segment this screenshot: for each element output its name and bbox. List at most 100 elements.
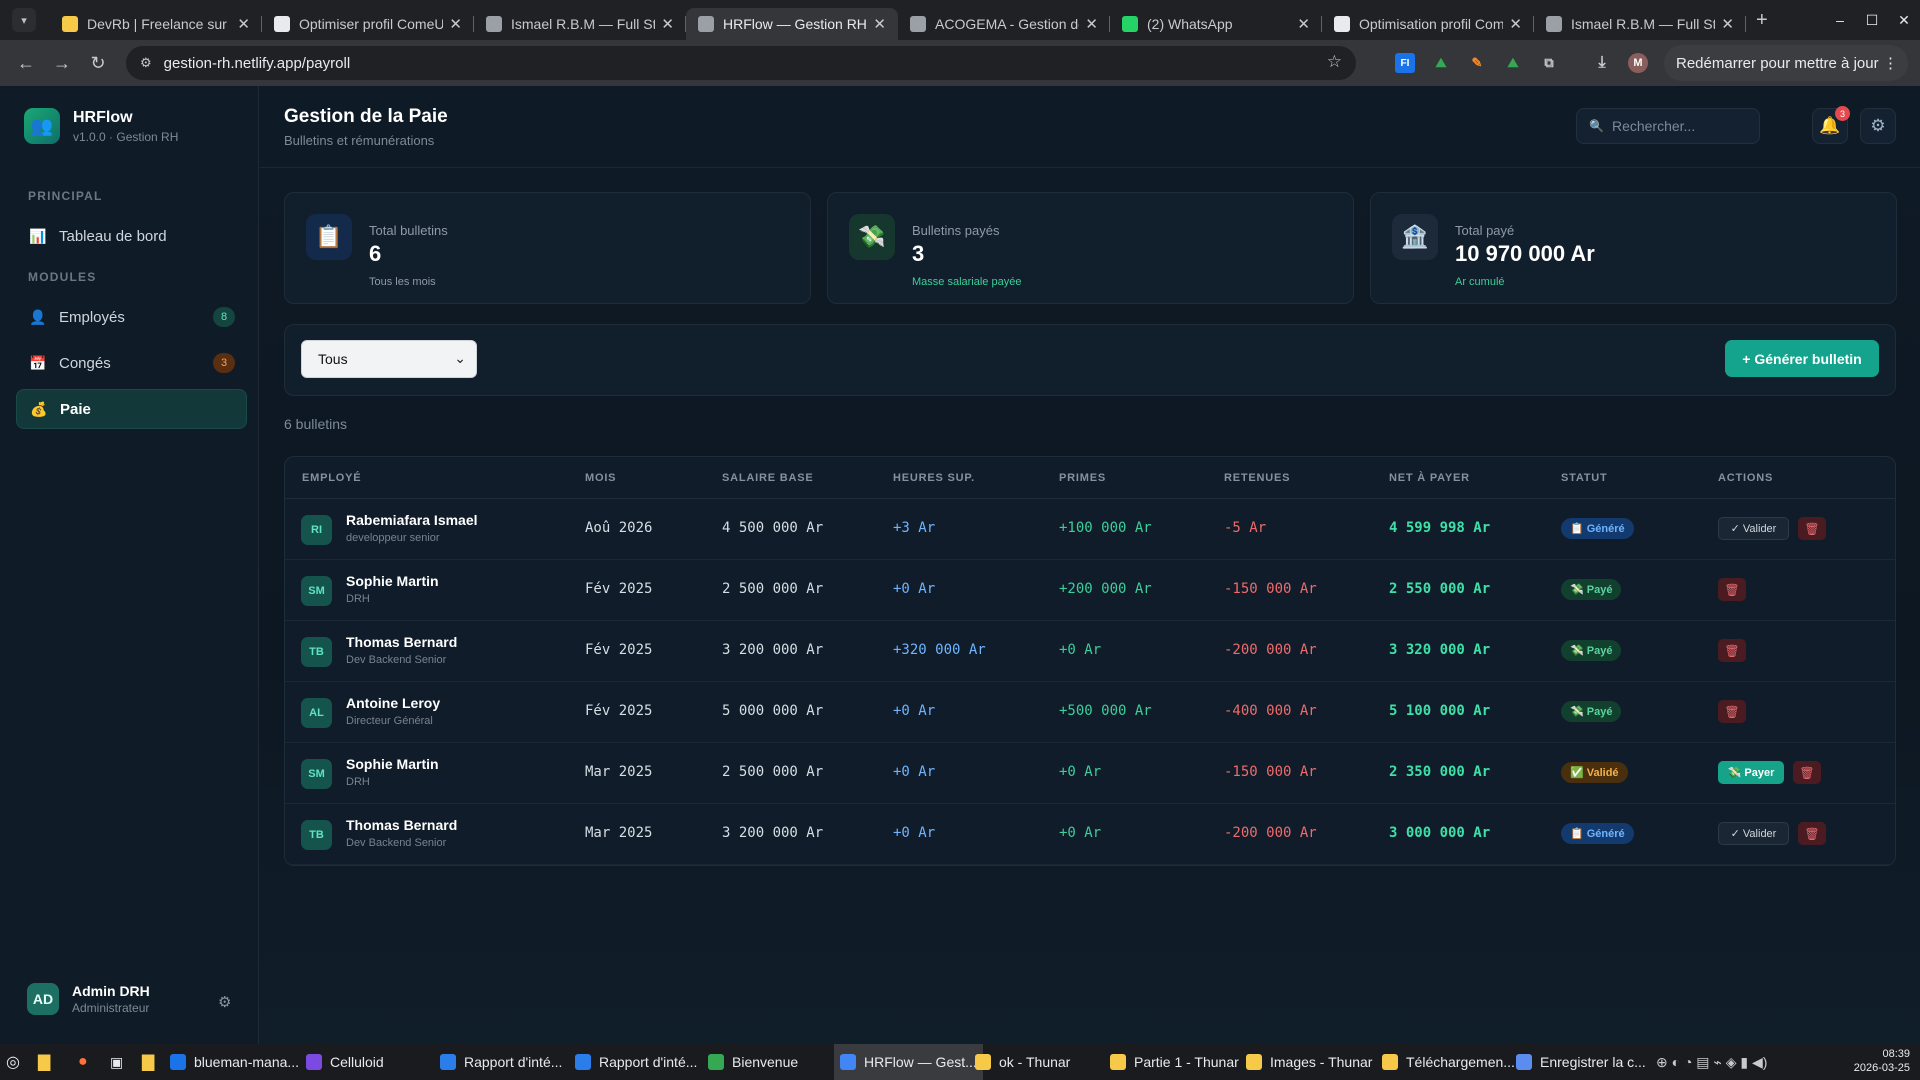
filter-bar: Tous ⌄ + Générer bulletin: [284, 324, 1896, 396]
reload-icon[interactable]: ↻: [80, 53, 116, 74]
taskbar-item[interactable]: blueman-mana...: [170, 1050, 299, 1074]
sidebar-item-dashboard[interactable]: 📊 Tableau de bord: [16, 216, 247, 256]
browser-tab[interactable]: (2) WhatsApp ✕: [1110, 8, 1322, 40]
tab-close-icon[interactable]: ✕: [1297, 15, 1310, 33]
employee-role: Dev Backend Senior: [346, 654, 447, 666]
employee-name[interactable]: Thomas Bernard: [346, 634, 457, 650]
menu-kebab-icon[interactable]: ⋮: [1883, 54, 1898, 72]
close-window-icon[interactable]: ✕: [1888, 12, 1920, 29]
browser-tab[interactable]: DevRb | Freelance sur Co ✕: [50, 8, 262, 40]
brand[interactable]: 👥 HRFlow v1.0.0 · Gestion RH: [24, 108, 178, 144]
tab-close-icon[interactable]: ✕: [449, 15, 462, 33]
restart-update-button[interactable]: Redémarrer pour mettre à jour ⋮: [1664, 45, 1908, 81]
table-row: TB Thomas Bernard Dev Backend Senior Fév 20…: [285, 621, 1895, 682]
cell-base-salary: 3 200 000 Ar: [722, 825, 824, 841]
delete-icon[interactable]: 🗑: [1718, 639, 1746, 662]
address-bar[interactable]: ⚙ gestion-rh.netlify.app/payroll ☆: [126, 46, 1356, 80]
employee-name[interactable]: Rabemiafara Ismael: [346, 512, 478, 528]
stat-sub: Tous les mois: [369, 276, 436, 288]
maximize-icon[interactable]: ☐: [1856, 12, 1888, 29]
tab-close-icon[interactable]: ✕: [661, 15, 674, 33]
profile-avatar[interactable]: M: [1628, 53, 1648, 73]
browser-tab-bar: ▾ DevRb | Freelance sur Co✕Optimiser pro…: [0, 0, 1920, 40]
user-settings-gear-icon[interactable]: ⚙: [218, 993, 231, 1011]
pay-button[interactable]: 💸 Payer: [1718, 761, 1784, 784]
extension-ft-icon[interactable]: FI: [1395, 53, 1415, 73]
extension-pen-icon[interactable]: ✎: [1467, 53, 1487, 73]
col-header-status: STATUT: [1561, 472, 1608, 484]
search-input[interactable]: 🔍 Rechercher...: [1576, 108, 1760, 144]
status-filter-select[interactable]: Tous ⌄: [301, 340, 477, 378]
taskbar-item-label: HRFlow — Gest...: [864, 1054, 977, 1070]
new-tab-icon[interactable]: +: [1756, 9, 1768, 32]
generate-bulletin-button[interactable]: + Générer bulletin: [1725, 340, 1879, 377]
taskbar-item[interactable]: ok - Thunar: [975, 1050, 1070, 1074]
employee-name[interactable]: Sophie Martin: [346, 756, 439, 772]
forward-icon[interactable]: →: [44, 53, 80, 74]
tab-close-icon[interactable]: ✕: [237, 15, 250, 33]
minimize-icon[interactable]: –: [1824, 12, 1856, 28]
cell-overtime: +0 Ar: [893, 764, 936, 780]
start-menu-icon[interactable]: ◎: [6, 1050, 20, 1074]
taskbar-item[interactable]: Celluloid: [306, 1050, 384, 1074]
taskbar-item[interactable]: HRFlow — Gest...: [834, 1044, 983, 1080]
delete-icon[interactable]: 🗑: [1793, 761, 1821, 784]
tab-close-icon[interactable]: ✕: [1085, 15, 1098, 33]
taskbar-item[interactable]: Rapport d'inté...: [440, 1050, 562, 1074]
taskbar-item[interactable]: Rapport d'inté...: [575, 1050, 697, 1074]
browser-tab[interactable]: HRFlow — Gestion RH ✕: [686, 8, 898, 40]
extensions-puzzle-icon[interactable]: ⧉: [1539, 53, 1559, 73]
taskbar-item[interactable]: Bienvenue: [708, 1050, 798, 1074]
sidebar-item-payroll[interactable]: 💰 Paie: [16, 389, 247, 429]
stat-label: Total bulletins: [369, 223, 448, 238]
taskbar-app-icon: [708, 1054, 724, 1070]
terminal-icon[interactable]: ▣: [110, 1050, 123, 1074]
tab-close-icon[interactable]: ✕: [1509, 15, 1522, 33]
firefox-icon[interactable]: ●: [78, 1050, 88, 1074]
tab-search-dropdown-icon[interactable]: ▾: [12, 8, 36, 32]
employee-name[interactable]: Thomas Bernard: [346, 817, 457, 833]
clock[interactable]: 08:39 2026-03-25: [1854, 1047, 1910, 1075]
delete-icon[interactable]: 🗑: [1718, 578, 1746, 601]
taskbar-item[interactable]: Images - Thunar: [1246, 1050, 1372, 1074]
taskbar-app-icon: [1246, 1054, 1262, 1070]
back-icon[interactable]: ←: [8, 53, 44, 74]
download-icon[interactable]: ⤓: [1592, 53, 1612, 73]
sidebar-item-employees[interactable]: 👤 Employés 8: [16, 297, 247, 337]
tray-icons[interactable]: ⊕ ◐ ◔ ▤ ⌁ ◈ ▮ ◀): [1656, 1050, 1767, 1074]
cell-net-pay: 2 350 000 Ar: [1389, 764, 1491, 780]
col-header-deductions: RETENUES: [1224, 472, 1291, 484]
taskbar-item[interactable]: Enregistrer la c...: [1516, 1050, 1646, 1074]
extension-mountain-icon[interactable]: ⛰: [1431, 53, 1451, 73]
taskbar-item[interactable]: Téléchargemen...: [1382, 1050, 1515, 1074]
delete-icon[interactable]: 🗑: [1798, 822, 1826, 845]
employee-name[interactable]: Sophie Martin: [346, 573, 439, 589]
tab-close-icon[interactable]: ✕: [873, 15, 886, 33]
tab-close-icon[interactable]: ✕: [1721, 15, 1734, 33]
user-profile[interactable]: AD Admin DRH Administrateur: [27, 983, 150, 1015]
cell-deductions: -200 000 Ar: [1224, 825, 1317, 841]
browser-tab[interactable]: Ismael R.B.M — Full Stac ✕: [474, 8, 686, 40]
col-header-base: SALAIRE BASE: [722, 472, 814, 484]
validate-button[interactable]: ✓ Valider: [1718, 822, 1789, 845]
sidebar-item-label: Tableau de bord: [59, 227, 167, 245]
validate-button[interactable]: ✓ Valider: [1718, 517, 1789, 540]
sidebar-item-leave[interactable]: 📅 Congés 3: [16, 343, 247, 383]
taskbar-item[interactable]: Partie 1 - Thunar: [1110, 1050, 1239, 1074]
delete-icon[interactable]: 🗑: [1798, 517, 1826, 540]
employee-name[interactable]: Antoine Leroy: [346, 695, 440, 711]
folder-icon[interactable]: ▇: [142, 1050, 154, 1074]
browser-tab[interactable]: ACOGEMA - Gestion de l ✕: [898, 8, 1110, 40]
extension-mountain2-icon[interactable]: ⛰: [1503, 53, 1523, 73]
bookmark-star-icon[interactable]: ☆: [1327, 52, 1342, 72]
browser-tab[interactable]: Optimiser profil ComeUp ✕: [262, 8, 474, 40]
browser-tab[interactable]: Ismael R.B.M — Full Stac ✕: [1534, 8, 1746, 40]
delete-icon[interactable]: 🗑: [1718, 700, 1746, 723]
files-folder-icon[interactable]: ▇: [38, 1050, 50, 1074]
browser-tab[interactable]: Optimisation profil Com ✕: [1322, 8, 1534, 40]
settings-button[interactable]: ⚙: [1860, 108, 1896, 144]
site-info-icon[interactable]: ⚙: [140, 55, 152, 71]
sidebar-item-label: Paie: [60, 400, 91, 418]
calendar-icon: 📅: [29, 354, 47, 371]
notifications-button[interactable]: 🔔 3: [1812, 106, 1850, 144]
